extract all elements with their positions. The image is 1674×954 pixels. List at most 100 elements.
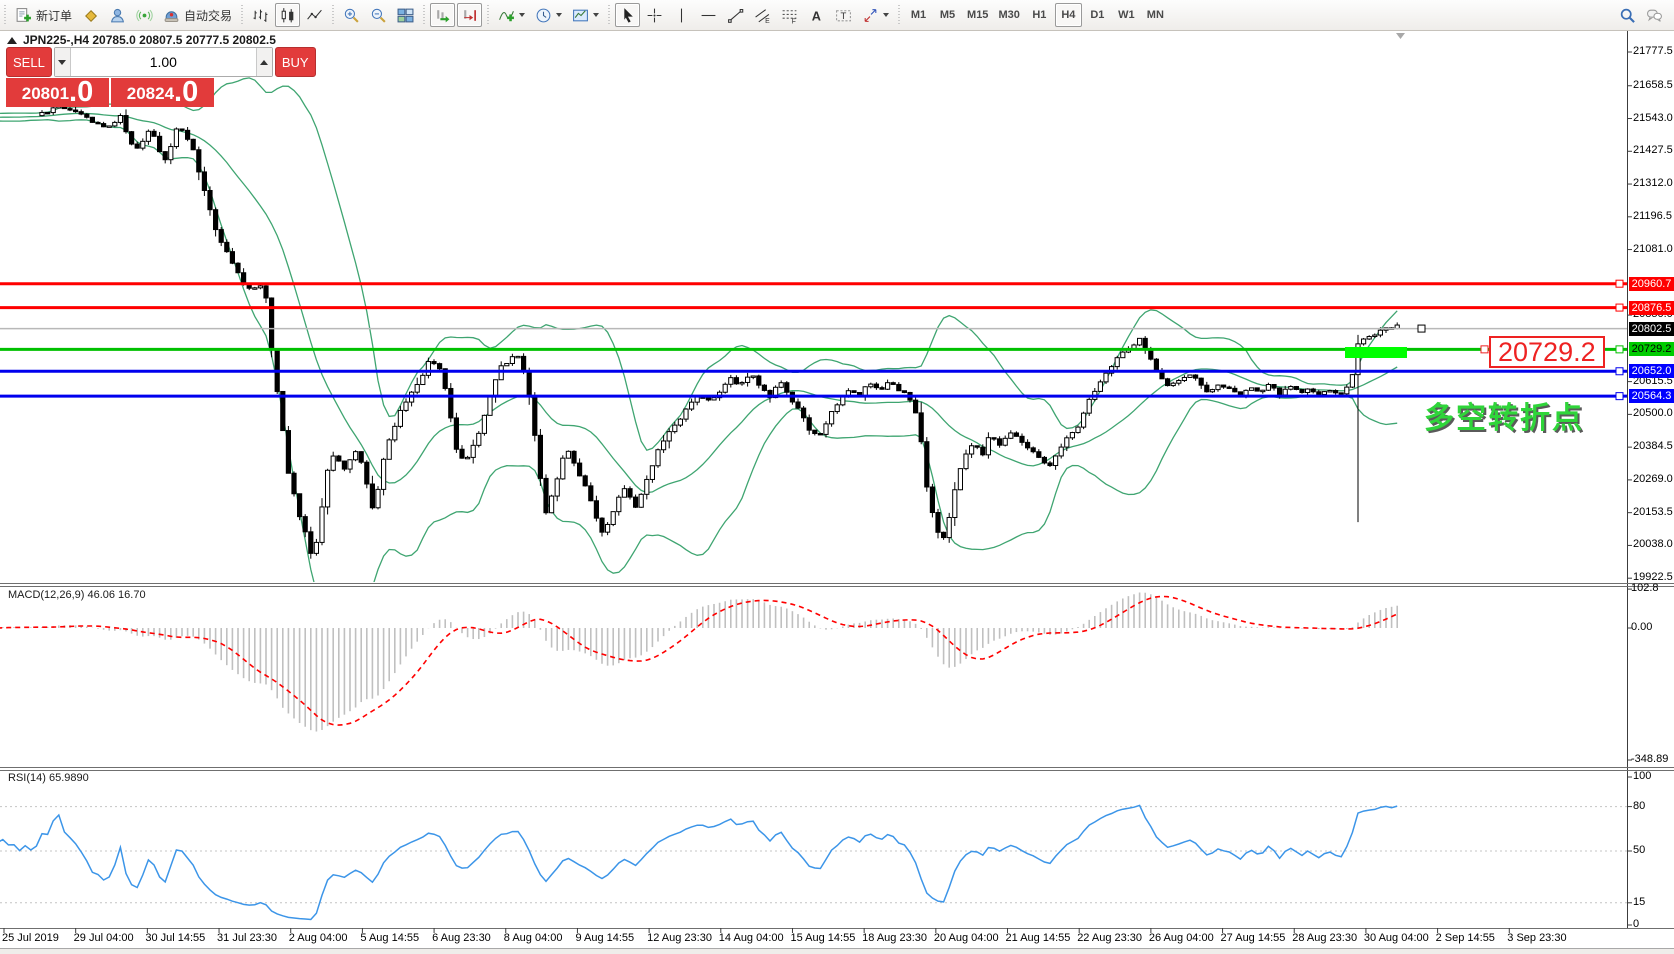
line-handle[interactable] (1615, 367, 1624, 376)
timeframe-h4-button[interactable]: H4 (1054, 3, 1082, 27)
chevron-down-icon (593, 13, 600, 17)
new-order-button[interactable]: 新订单 (11, 3, 76, 27)
timeframe-m30-button[interactable]: M30 (994, 3, 1023, 27)
volume-input[interactable] (70, 48, 256, 76)
button-label: M15 (967, 9, 989, 21)
crosshair-button[interactable] (642, 3, 667, 27)
svg-text:E: E (765, 17, 770, 23)
timeframe-h1-button[interactable]: H1 (1026, 3, 1053, 27)
button-label: H1 (1032, 9, 1047, 21)
volume-decrease-button[interactable] (54, 48, 71, 76)
line-chart-button[interactable] (302, 3, 327, 27)
button-label: M1 (910, 9, 927, 21)
panel-borders (0, 31, 1674, 954)
signal-button[interactable] (132, 3, 157, 27)
indicators-icon (498, 7, 515, 24)
period-button[interactable] (531, 3, 566, 27)
zoom-out-icon (370, 7, 387, 24)
period-icon (535, 7, 552, 24)
new-order-icon (15, 7, 32, 24)
toolbar: 新订单 自动交易 E F A T M1 M5 M15 M30 H1 H4 D1 W1 MN (0, 0, 1674, 31)
auto-scroll-button[interactable] (430, 3, 456, 27)
bollinger-bands (0, 77, 1398, 582)
button-label: MN (1146, 9, 1164, 21)
sell-price-main: 20801 (21, 84, 70, 103)
line-chart-icon (306, 7, 323, 24)
text-label-button[interactable]: T (831, 3, 856, 27)
line-handle[interactable] (1615, 345, 1624, 354)
rsi-indicator (0, 804, 1627, 921)
zoom-in-icon (343, 7, 360, 24)
volume-increase-button[interactable] (255, 48, 272, 76)
button-label: M5 (939, 9, 956, 21)
svg-text:T: T (841, 10, 847, 21)
search-icon (1619, 7, 1636, 24)
signal-icon (136, 7, 153, 24)
volume-stepper (53, 47, 273, 77)
buy-button[interactable]: BUY (274, 47, 316, 77)
tile-windows-icon (397, 7, 414, 24)
buy-price[interactable]: 20824.0 (111, 78, 214, 107)
line-handle[interactable] (1615, 279, 1624, 288)
text-button[interactable]: A (804, 3, 829, 27)
vertical-line-button[interactable] (669, 3, 694, 27)
line-handle[interactable] (1615, 303, 1624, 312)
candlestick-button[interactable] (275, 3, 301, 27)
trendline-button[interactable] (723, 3, 748, 27)
timeframe-d1-button[interactable]: D1 (1084, 3, 1111, 27)
timeframe-m15-button[interactable]: M15 (963, 3, 992, 27)
fibonacci-button[interactable]: F (777, 3, 802, 27)
indicators-button[interactable] (494, 3, 529, 27)
layout-button[interactable] (78, 3, 103, 27)
chart-shift-button[interactable] (457, 3, 483, 27)
green-highlight-box[interactable] (1345, 347, 1407, 358)
toolbar-grip (238, 5, 246, 25)
label-anchor-handle[interactable] (1480, 345, 1489, 354)
chat-button[interactable] (1642, 3, 1667, 27)
timeframe-mn-button[interactable]: MN (1142, 3, 1169, 27)
button-label: H4 (1061, 9, 1076, 21)
button-label: D1 (1090, 9, 1105, 21)
profile-button[interactable] (105, 3, 130, 27)
bar-chart-button[interactable] (248, 3, 273, 27)
horizontal-line-button[interactable] (696, 3, 721, 27)
chevron-down-icon (883, 13, 890, 17)
sell-button[interactable]: SELL (6, 47, 52, 77)
timeframe-m5-button[interactable]: M5 (934, 3, 961, 27)
toolbar-grip (1, 5, 8, 25)
toolbar-grip (329, 5, 337, 25)
arrows-button[interactable] (858, 3, 893, 27)
toolbar-grip (605, 5, 613, 25)
search-button[interactable] (1615, 3, 1640, 27)
tile-windows-button[interactable] (393, 3, 418, 27)
cursor-button[interactable] (615, 3, 641, 27)
timeframe-w1-button[interactable]: W1 (1113, 3, 1140, 27)
toolbar-group-chart-modes (247, 0, 328, 30)
chart-canvas[interactable] (0, 0, 1674, 954)
timeframe-m1-button[interactable]: M1 (905, 3, 932, 27)
template-icon (572, 7, 589, 24)
button-label: M30 (998, 9, 1020, 21)
cursor-icon (619, 7, 636, 24)
chart-shift-marker[interactable] (1396, 33, 1405, 39)
channel-button[interactable]: E (750, 3, 775, 27)
horizontal-level-lines[interactable] (0, 279, 1627, 401)
toolbar-grip (420, 5, 428, 25)
toolbar-group-drawing: E FA T (614, 0, 894, 30)
template-button[interactable] (568, 3, 603, 27)
zoom-in-button[interactable] (339, 3, 364, 27)
zoom-out-button[interactable] (366, 3, 391, 27)
sell-price[interactable]: 20801.0 (6, 78, 109, 107)
line-handle[interactable] (1615, 392, 1624, 401)
button-label: 新订单 (36, 8, 73, 23)
chart-shift-icon (461, 7, 478, 24)
horizontal-line-icon (700, 7, 717, 24)
autotrade-button[interactable]: 自动交易 (159, 3, 236, 27)
arrows-icon (862, 7, 879, 24)
bid-line-handle[interactable] (1417, 324, 1426, 333)
chevron-down-icon (58, 59, 67, 65)
candlestick-series (39, 102, 1400, 559)
toolbar-group-orders: 新订单 自动交易 (10, 0, 237, 30)
one-click-trading-widget: SELL BUY 20801.0 20824.0 (6, 47, 316, 107)
toolbar-group-insert (493, 0, 604, 30)
